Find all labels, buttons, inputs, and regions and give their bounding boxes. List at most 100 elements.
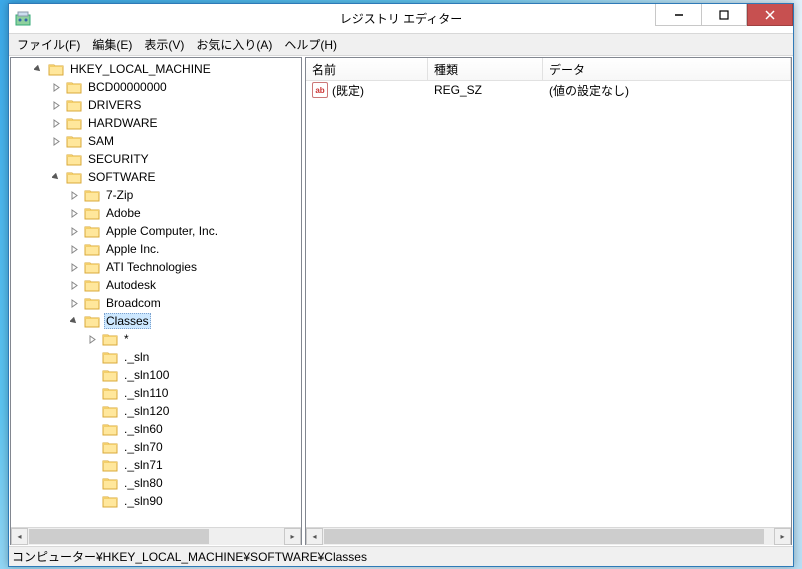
tree-hscroll[interactable]: ◂ ▸ <box>11 527 301 544</box>
close-button[interactable] <box>747 4 793 26</box>
titlebar[interactable]: レジストリ エディター <box>9 4 793 34</box>
tree-item-label: SAM <box>86 134 116 148</box>
tree-item[interactable]: Broadcom <box>11 294 301 312</box>
expander-icon[interactable] <box>33 64 44 75</box>
expander-icon[interactable] <box>51 172 62 183</box>
scroll-right-button[interactable]: ▸ <box>774 528 791 545</box>
maximize-button[interactable] <box>701 4 747 26</box>
expander-icon[interactable] <box>69 280 80 291</box>
expander-icon[interactable] <box>87 442 98 453</box>
tree-item-label: SECURITY <box>86 152 151 166</box>
menu-view[interactable]: 表示(V) <box>138 34 190 55</box>
tree-item[interactable]: ._sln71 <box>11 456 301 474</box>
tree-item[interactable]: SAM <box>11 132 301 150</box>
tree-item[interactable]: Apple Inc. <box>11 240 301 258</box>
tree-item[interactable]: HKEY_LOCAL_MACHINE <box>11 60 301 78</box>
tree-item-label: ._sln <box>122 350 151 364</box>
tree-item[interactable]: SOFTWARE <box>11 168 301 186</box>
tree-item-label: DRIVERS <box>86 98 143 112</box>
tree-item[interactable]: ._sln110 <box>11 384 301 402</box>
expander-icon[interactable] <box>87 352 98 363</box>
scroll-left-button[interactable]: ◂ <box>306 528 323 545</box>
scroll-track[interactable] <box>323 528 774 545</box>
tree-item[interactable]: SECURITY <box>11 150 301 168</box>
tree-pane: HKEY_LOCAL_MACHINE BCD00000000 DRIVERS HARD… <box>10 57 302 545</box>
expander-icon[interactable] <box>69 190 80 201</box>
scroll-thumb[interactable] <box>324 529 764 544</box>
expander-icon[interactable] <box>87 496 98 507</box>
value-data: (値の設定なし) <box>543 82 791 99</box>
tree-item[interactable]: ATI Technologies <box>11 258 301 276</box>
expander-icon[interactable] <box>51 154 62 165</box>
tree-item-label: ._sln71 <box>122 458 165 472</box>
tree-item-label: ._sln100 <box>122 368 171 382</box>
list-row[interactable]: ab(既定)REG_SZ(値の設定なし) <box>306 81 791 99</box>
scroll-left-button[interactable]: ◂ <box>11 528 28 545</box>
tree-item-label: ._sln80 <box>122 476 165 490</box>
expander-icon[interactable] <box>87 478 98 489</box>
expander-icon[interactable] <box>87 388 98 399</box>
list-pane: 名前 種類 データ ab(既定)REG_SZ(値の設定なし) ◂ ▸ <box>305 57 792 545</box>
list-body[interactable]: ab(既定)REG_SZ(値の設定なし) <box>306 81 791 527</box>
column-type[interactable]: 種類 <box>428 58 543 80</box>
tree-item-label: 7-Zip <box>104 188 135 202</box>
tree-item[interactable]: ._sln120 <box>11 402 301 420</box>
tree-item-label: ._sln110 <box>122 386 170 400</box>
tree-item[interactable]: BCD00000000 <box>11 78 301 96</box>
expander-icon[interactable] <box>69 316 80 327</box>
tree-item[interactable]: ._sln100 <box>11 366 301 384</box>
tree-item[interactable]: ._sln70 <box>11 438 301 456</box>
scroll-track[interactable] <box>28 528 284 545</box>
scroll-right-button[interactable]: ▸ <box>284 528 301 545</box>
tree-item[interactable]: ._sln90 <box>11 492 301 510</box>
tree-item-label: Classes <box>104 313 151 329</box>
expander-icon[interactable] <box>69 208 80 219</box>
menu-favorites[interactable]: お気に入り(A) <box>190 34 278 55</box>
tree-item[interactable]: Classes <box>11 312 301 330</box>
tree-item[interactable]: DRIVERS <box>11 96 301 114</box>
tree-item-label: * <box>122 332 131 346</box>
expander-icon[interactable] <box>69 226 80 237</box>
minimize-button[interactable] <box>655 4 701 26</box>
window-title: レジストリ エディター <box>340 10 463 27</box>
expander-icon[interactable] <box>87 460 98 471</box>
tree-item[interactable]: Autodesk <box>11 276 301 294</box>
tree-item[interactable]: Adobe <box>11 204 301 222</box>
list-header: 名前 種類 データ <box>306 58 791 81</box>
expander-icon[interactable] <box>51 118 62 129</box>
tree-item[interactable]: ._sln <box>11 348 301 366</box>
column-name[interactable]: 名前 <box>306 58 428 80</box>
expander-icon[interactable] <box>87 334 98 345</box>
tree-item-label: ._sln90 <box>122 494 165 508</box>
tree-item[interactable]: * <box>11 330 301 348</box>
expander-icon[interactable] <box>51 100 62 111</box>
value-type: REG_SZ <box>428 83 543 97</box>
menu-edit[interactable]: 編集(E) <box>86 34 138 55</box>
menubar: ファイル(F) 編集(E) 表示(V) お気に入り(A) ヘルプ(H) <box>9 34 793 56</box>
tree-item[interactable]: ._sln60 <box>11 420 301 438</box>
tree-item[interactable]: HARDWARE <box>11 114 301 132</box>
tree-view[interactable]: HKEY_LOCAL_MACHINE BCD00000000 DRIVERS HARD… <box>11 58 301 527</box>
expander-icon[interactable] <box>87 370 98 381</box>
tree-item-label: ._sln60 <box>122 422 165 436</box>
menu-help[interactable]: ヘルプ(H) <box>278 34 343 55</box>
expander-icon[interactable] <box>87 406 98 417</box>
tree-item-label: Autodesk <box>104 278 158 292</box>
list-hscroll[interactable]: ◂ ▸ <box>306 527 791 544</box>
expander-icon[interactable] <box>51 136 62 147</box>
tree-item-label: HKEY_LOCAL_MACHINE <box>68 62 213 76</box>
window-controls <box>655 4 793 26</box>
expander-icon[interactable] <box>87 424 98 435</box>
tree-item[interactable]: Apple Computer, Inc. <box>11 222 301 240</box>
tree-item-label: Apple Inc. <box>104 242 161 256</box>
tree-item[interactable]: 7-Zip <box>11 186 301 204</box>
tree-item[interactable]: ._sln80 <box>11 474 301 492</box>
menu-file[interactable]: ファイル(F) <box>11 34 86 55</box>
expander-icon[interactable] <box>69 262 80 273</box>
expander-icon[interactable] <box>69 244 80 255</box>
scroll-thumb[interactable] <box>29 529 209 544</box>
column-data[interactable]: データ <box>543 58 791 80</box>
expander-icon[interactable] <box>51 82 62 93</box>
expander-icon[interactable] <box>69 298 80 309</box>
tree-item-label: ._sln120 <box>122 404 171 418</box>
